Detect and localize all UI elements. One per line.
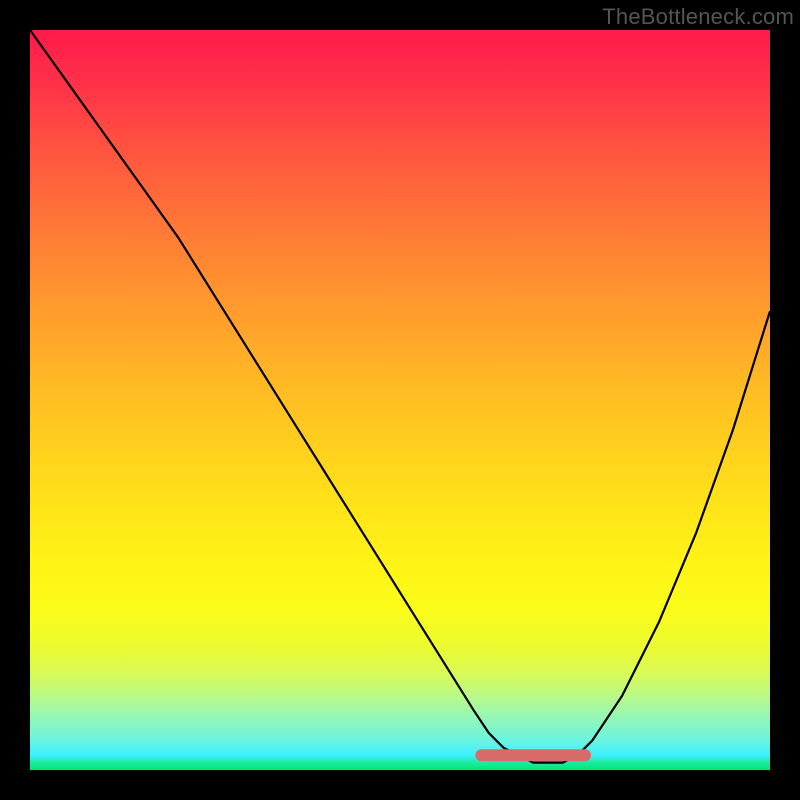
- bottleneck-curve: [30, 30, 770, 763]
- chart-container: TheBottleneck.com: [0, 0, 800, 800]
- watermark-text: TheBottleneck.com: [602, 4, 794, 30]
- plot-area: [30, 30, 770, 770]
- chart-svg: [30, 30, 770, 770]
